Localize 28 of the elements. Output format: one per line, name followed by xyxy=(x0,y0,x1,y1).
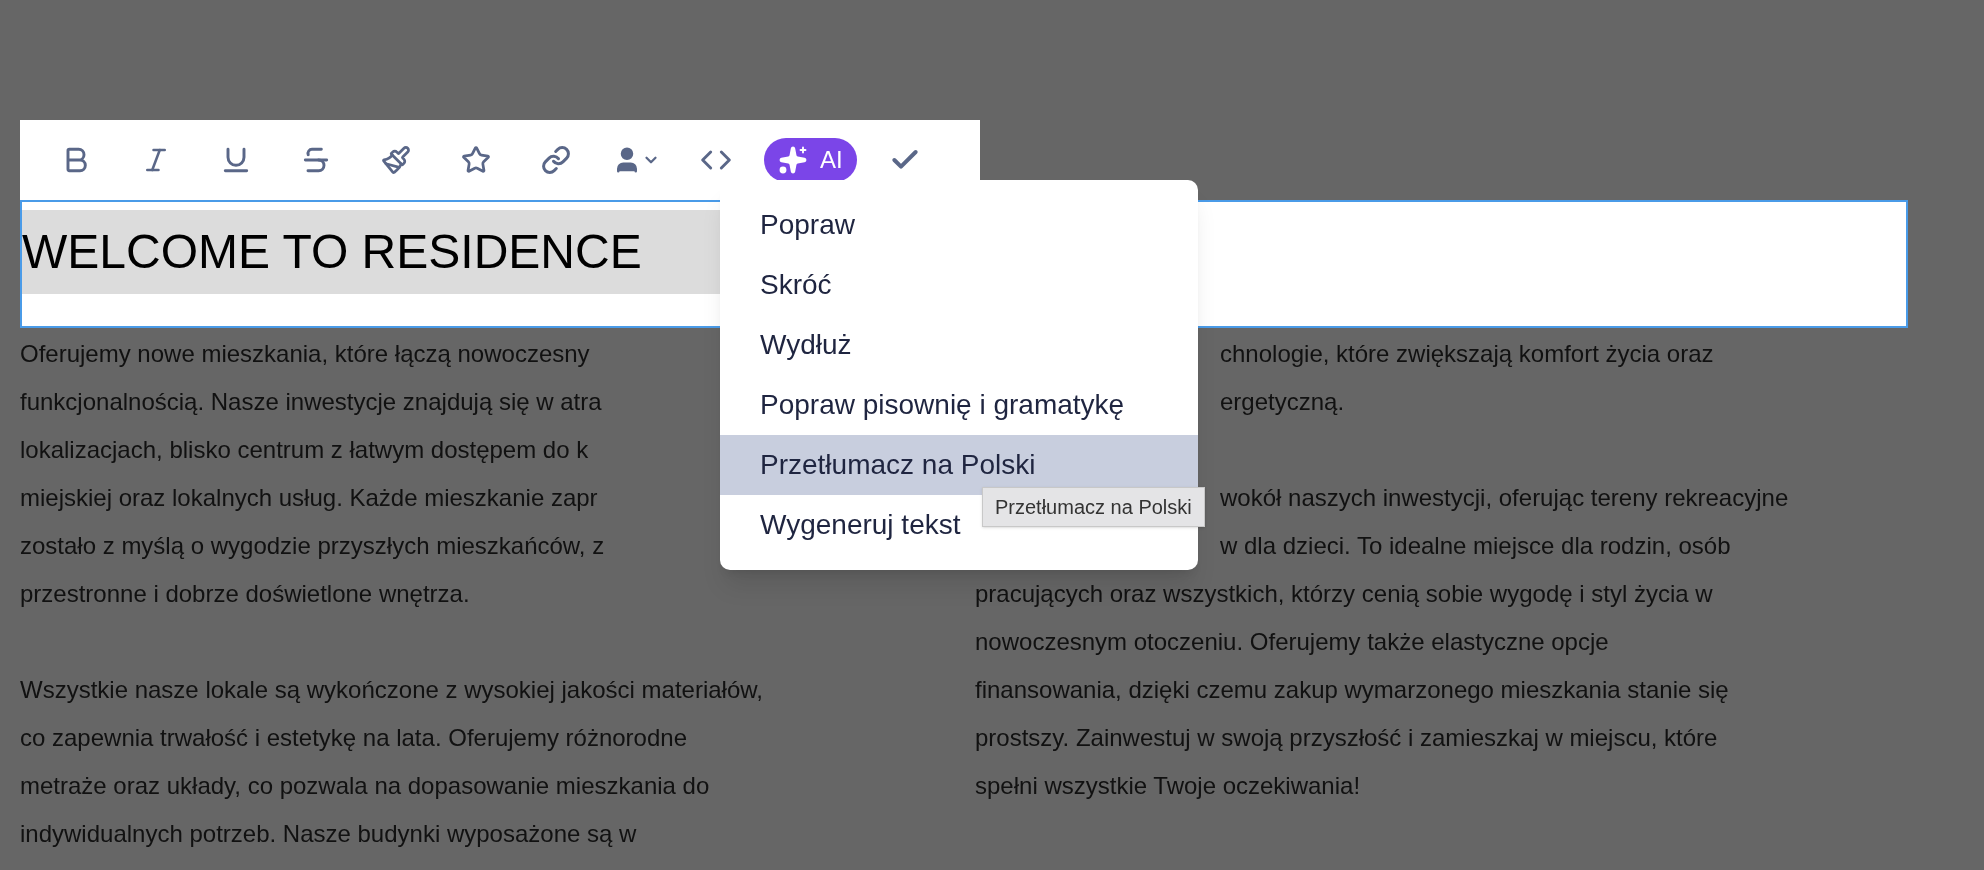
body-text-line: finansowania, dzięki czemu zakup wymarzonego mieszkania stanie się xyxy=(975,676,1729,703)
ai-button[interactable]: AI xyxy=(764,138,857,182)
body-text-line: nowoczesnym otoczeniu. Oferujemy także elastyczne opcje xyxy=(975,628,1609,655)
body-text-line: wokół naszych inwestycji, oferując tereny rekreacyjne xyxy=(1220,484,1789,511)
body-text-line: metraże oraz układy, co pozwala na dopasowanie mieszkania do xyxy=(20,772,710,799)
sparkles-icon xyxy=(778,145,808,175)
body-text-line: spełni wszystkie Twoje oczekiwania! xyxy=(975,772,1361,799)
menu-item[interactable]: Skróć xyxy=(720,255,1198,315)
body-text-line: chnologie, które zwiększają komfort życia oraz xyxy=(1220,340,1714,367)
body-text-line: zostało z myślą o wygodzie przyszłych mieszkańców, z xyxy=(20,532,605,559)
menu-item[interactable]: Popraw pisownię i gramatykę xyxy=(720,375,1198,435)
body-text-line: lokalizacjach, blisko centrum z łatwym dostępem do k xyxy=(20,436,589,463)
body-text-line: funkcjonalnością. Nasze inwestycje znajdują się w atra xyxy=(20,388,602,415)
body-text-line: w dla dzieci. To idealne miejsce dla rodzin, osób xyxy=(1220,532,1731,559)
body-text-line: Wszystkie nasze lokale są wykończone z wysokiej jakości materiałów, xyxy=(20,676,763,703)
body-text-line: przestronne i dobrze doświetlone wnętrza. xyxy=(20,580,470,607)
body-text-line: prostszy. Zainwestuj w swoją przyszłość i zamieszkaj w miejscu, które xyxy=(975,724,1718,751)
body-text-line: miejskiej oraz lokalnych usług. Każde mieszkanie zapr xyxy=(20,484,598,511)
heading-text: WELCOME TO RESIDENCE xyxy=(22,210,722,294)
menu-item[interactable]: Przetłumacz na Polski xyxy=(720,435,1198,495)
body-text-line: pracujących oraz wszystkich, którzy cenią sobie wygodę i styl życia w xyxy=(975,580,1713,607)
body-text-line: Oferujemy nowe mieszkania, które łączą nowoczesny xyxy=(20,340,590,367)
body-text-line: ergetyczną. xyxy=(1220,388,1345,415)
menu-item[interactable]: Popraw xyxy=(720,195,1198,255)
menu-item[interactable]: Wydłuż xyxy=(720,315,1198,375)
body-text-line: co zapewnia trwałość i estetykę na lata. Oferujemy różnorodne xyxy=(20,724,687,751)
tooltip: Przetłumacz na Polski xyxy=(982,487,1205,527)
body-text-line: indywidualnych potrzeb. Nasze budynki wyposażone są w xyxy=(20,820,637,847)
